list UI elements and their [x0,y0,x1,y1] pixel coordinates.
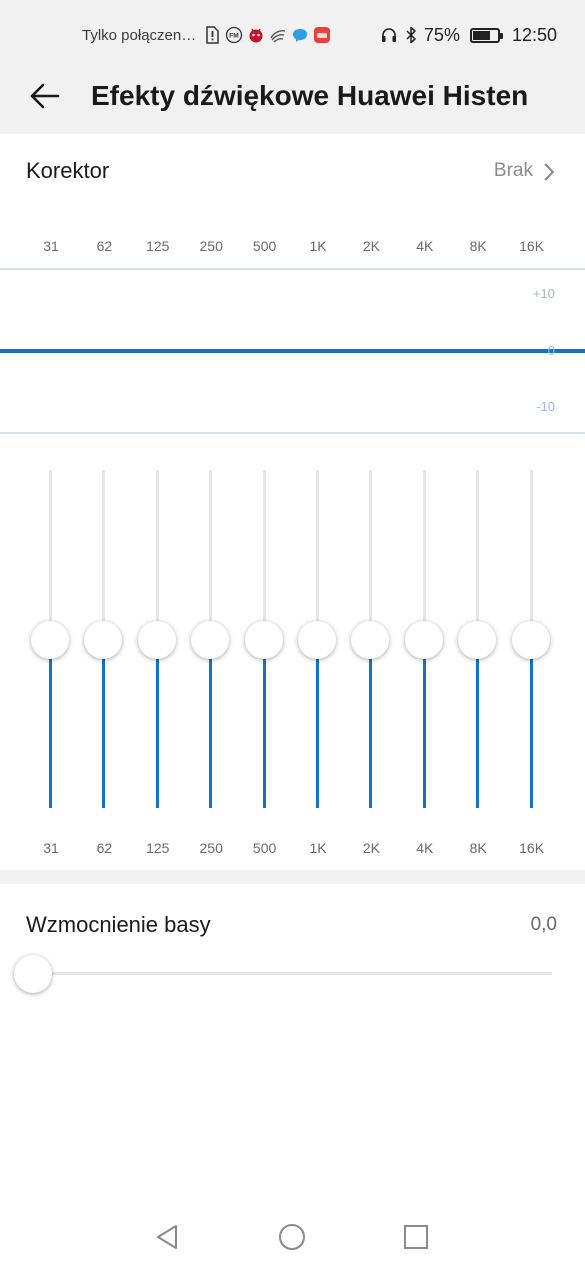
db-max-label: +10 [532,286,555,301]
messenger-icon [293,29,308,42]
battery-icon [469,27,503,43]
status-bar-right: 75% 12:50 [380,22,557,48]
db-min-label: -10 [536,399,555,414]
equalizer-preset-row[interactable]: Korektor Brak [0,140,585,204]
eq-slider-fill [102,640,106,808]
back-button[interactable] [22,78,66,114]
eq-slider-fill [316,640,319,808]
eq-slider-62[interactable] [82,470,126,808]
top-bar: Tylko połączen… FM 75% 12:50 Efekty dźwi… [0,0,585,134]
frequency-label: 16K [519,238,545,254]
sim-alert-icon [206,26,219,44]
status-bar-left: Tylko połączen… FM [82,23,331,47]
svg-text:FM: FM [230,33,239,40]
frequency-label: 125 [146,238,170,254]
antutu-icon [249,28,263,43]
headphones-icon [381,28,396,42]
eq-slider-thumb[interactable] [137,621,176,659]
chevron-right-icon [544,163,555,181]
frequency-label: 2K [362,840,380,856]
frequency-label: 500 [252,238,277,254]
clock: 12:50 [511,24,557,45]
navigation-bar [0,1212,585,1260]
frequency-label: 1K [309,840,327,856]
section-divider [0,870,585,884]
eq-slider-thumb[interactable] [244,621,283,659]
battery-percent: 75% [423,24,460,45]
frequency-label: 8K [469,238,487,254]
eq-slider-thumb[interactable] [458,621,497,659]
eq-slider-thumb[interactable] [31,621,69,659]
equalizer-label: Korektor [26,158,110,183]
eq-slider-fill [529,640,533,808]
home-circle-icon [279,1224,305,1250]
eq-slider-thumb[interactable] [84,621,123,659]
frequency-label: 8K [469,840,487,856]
frequency-label: 1K [309,238,327,254]
carrier-text: Tylko połączen… [82,26,197,44]
frequency-label: 16K [519,840,545,856]
frequency-label: 31 [43,238,59,254]
bass-boost-track[interactable] [30,972,552,975]
eq-slider-500[interactable] [243,470,287,808]
eq-slider-thumb[interactable] [298,621,336,659]
bass-boost-value: 0,0 [530,914,557,935]
frequency-labels-bottom: 31 62 125 250 500 1K 2K 4K 8K 16K [0,840,585,860]
frequency-label: 250 [199,238,223,254]
eq-slider-1K[interactable] [296,470,340,808]
db-zero-label: 0 [547,343,555,358]
frequency-label: 62 [96,840,113,856]
swiftkey-icon [270,30,286,43]
arrow-left-icon [30,83,60,109]
bluetooth-icon [406,26,416,44]
eq-slider-thumb[interactable] [404,621,443,659]
eq-slider-thumb[interactable] [191,621,230,659]
eq-slider-250[interactable] [189,470,233,808]
page-title: Efekty dźwiękowe Huawei Histen [91,80,529,111]
frequency-label: 2K [362,238,380,254]
frequency-label: 125 [146,840,170,856]
eq-slider-31[interactable] [29,470,73,808]
frequency-label: 31 [43,840,59,856]
eq-slider-fill [369,640,373,808]
eq-slider-fill [49,640,52,808]
curve-graph [0,268,585,434]
bass-boost-thumb[interactable] [14,955,52,993]
eq-slider-thumb[interactable] [351,621,390,659]
eq-slider-thumb[interactable] [511,621,550,659]
eq-slider-fill [476,640,480,808]
eq-slider-fill [262,640,266,808]
frequency-labels-top: 31 62 125 250 500 1K 2K 4K 8K 16K [0,238,585,258]
back-triangle-icon [157,1225,177,1249]
eq-slider-fill [209,640,213,808]
eq-slider-16K[interactable] [510,470,554,808]
eq-slider-8K[interactable] [456,470,500,808]
recents-square-icon [404,1225,428,1249]
fm-radio-icon: FM [226,26,243,44]
equalizer-preset-value: Brak [493,160,533,181]
nav-recents-button[interactable] [399,1220,433,1254]
frequency-label: 62 [96,238,113,254]
nav-back-button[interactable] [150,1220,184,1254]
eq-slider-4K[interactable] [403,470,447,808]
eq-slider-125[interactable] [136,470,180,808]
frequency-label: 4K [416,238,434,254]
eq-slider-2K[interactable] [349,470,393,808]
eq-slider-fill [155,640,159,808]
equalizer-curve: +10 0 -10 [0,268,585,434]
bass-boost-label: Wzmocnienie basy [26,912,211,937]
eq-slider-fill [422,640,426,808]
frequency-label: 250 [199,840,223,856]
frequency-label: 4K [416,840,434,856]
huawei-store-icon [314,27,331,43]
nav-home-button[interactable] [275,1220,309,1254]
frequency-label: 500 [252,840,277,856]
